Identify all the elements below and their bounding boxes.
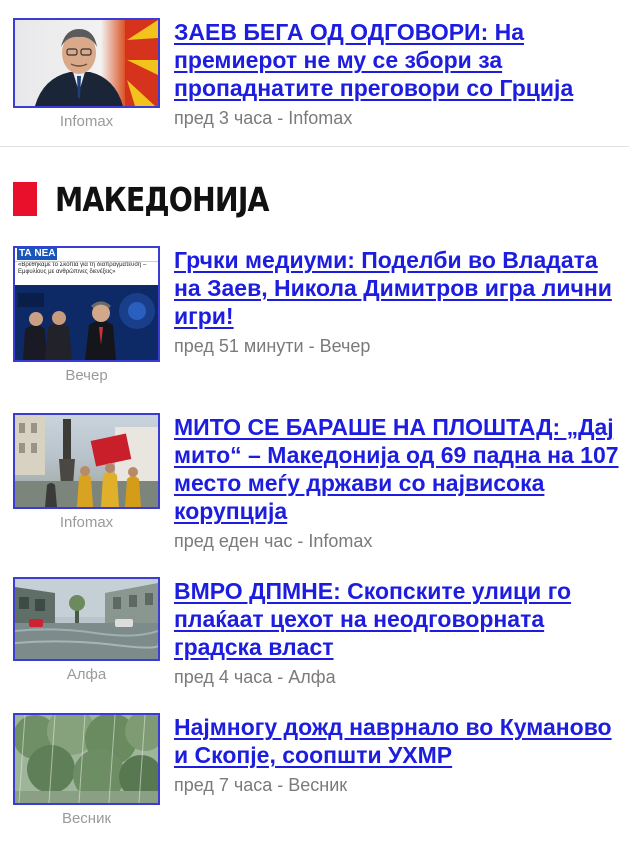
rain-trees-image [15,715,158,803]
thumbnail-source-caption: Вечер [65,367,108,384]
article-title-link[interactable]: ЗАЕВ БЕГА ОД ОДГОВОРИ: На премиерот не м… [174,18,619,102]
section-title: МАКЕДОНИЈА [55,180,269,219]
article-title-link[interactable]: ВМРО ДПМНЕ: Скопските улици го плаќаат ц… [174,577,619,661]
article-thumbnail[interactable] [13,18,160,108]
article-meta: пред 7 часа - Весник [174,775,348,795]
article-meta: пред 51 минути - Вечер [174,336,371,356]
thumbnail-source-caption: Infomax [59,113,114,130]
article-thumbnail[interactable] [13,577,160,661]
article-meta: пред 3 часа - Infomax [174,108,353,128]
article-title-link[interactable]: МИТО СЕ БАРАШЕ НА ПЛОШТАД: „Дај мито“ – … [174,413,619,525]
press-conference-image [15,285,158,360]
thumbnail-source-caption: Infomax [59,514,114,531]
square-protest-image [15,415,158,507]
section-divider [0,146,629,147]
thumb-news-text: «Βρεθήκαμε το Σκοπία για τη διαπραγμάτευ… [18,262,147,275]
article-title-link[interactable]: Грчки медиуми: Поделби во Владата на Зае… [174,246,619,330]
article-thumbnail[interactable] [13,413,160,509]
article-thumbnail[interactable] [13,713,160,805]
thumbnail-source-caption: Алфа [66,666,107,683]
thumbnail-source-caption: Весник [61,810,112,827]
article-meta: пред еден час - Infomax [174,531,373,551]
article-title-link[interactable]: Најмногу дожд наврнало во Куманово и Ско… [174,713,619,769]
article-thumbnail[interactable]: ΤΑ ΝΕΑ «Βρεθήκαμε το Σκοπία για τη διαπρ… [13,246,160,362]
article-meta: пред 4 часа - Алфа [174,667,336,687]
thumb-news-logo: ΤΑ ΝΕΑ [17,248,58,260]
flooded-street-image [15,579,158,659]
portrait-image [35,20,158,106]
thumb-news-header: ΤΑ ΝΕΑ [15,248,158,262]
section-accent-mark [13,182,37,216]
